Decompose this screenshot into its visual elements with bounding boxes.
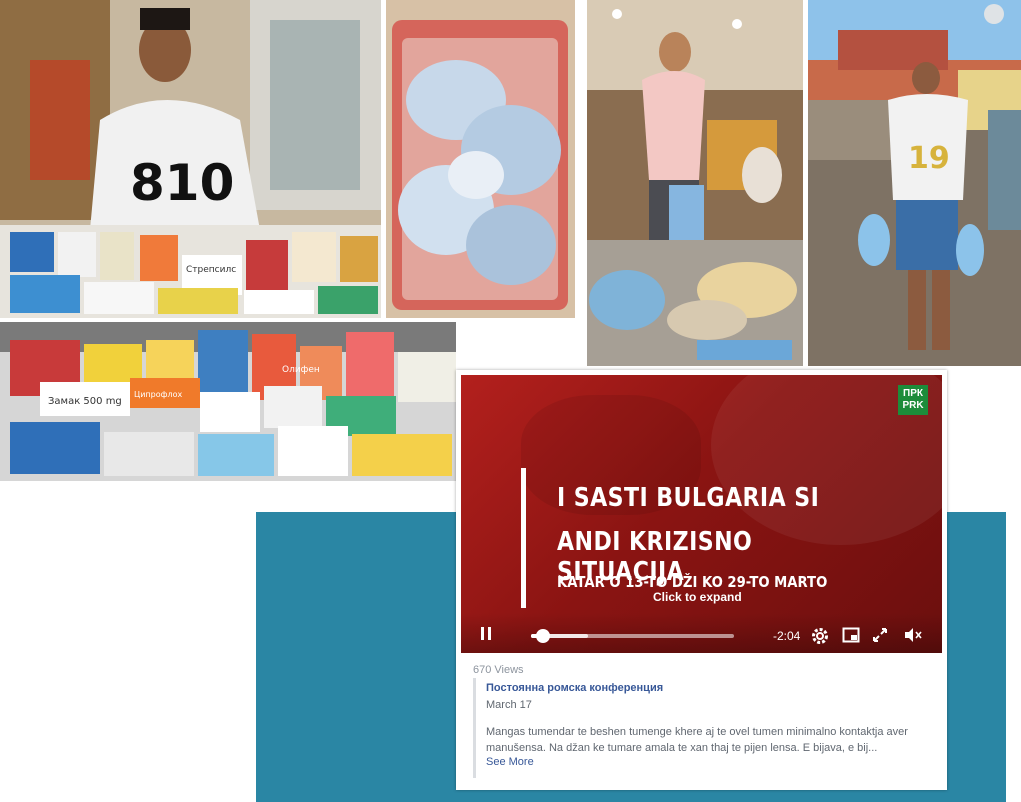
- page-name-link[interactable]: Постоянна ромска конференция: [486, 682, 663, 694]
- progress-bar[interactable]: [531, 629, 734, 643]
- video-title-line1: I SASTI BULGARIA SI: [557, 483, 820, 513]
- settings-button[interactable]: [810, 626, 830, 646]
- box-label-strepsils: Стрепсилс: [186, 265, 236, 275]
- shirt-text-810: 810: [130, 154, 234, 212]
- logo-cyrillic: ПРК: [903, 388, 923, 399]
- muted-speaker-icon: [905, 628, 922, 642]
- miniplayer-icon: [842, 627, 860, 643]
- time-remaining: -2:04: [773, 629, 801, 643]
- photo-man-walking-street: 19: [808, 0, 1021, 366]
- expand-arrows-icon: [873, 628, 887, 642]
- photo-man-indoors-with-bags: [587, 0, 803, 366]
- box-label-zamak: Замак 500 mg: [48, 396, 122, 407]
- gear-icon: [812, 628, 828, 644]
- pause-button[interactable]: [481, 627, 493, 641]
- pause-icon: [488, 627, 491, 640]
- photo-medicine-boxes: Замак 500 mg Ципрофлох Олифен: [0, 322, 456, 481]
- shirt-number-19: 19: [908, 141, 950, 176]
- prk-logo: ПРК PRK: [898, 385, 928, 415]
- post-date[interactable]: March 17: [486, 699, 532, 711]
- post-text: Mangas tumendar te beshen tumenge khere …: [486, 726, 908, 754]
- mute-button[interactable]: [903, 626, 923, 646]
- click-to-expand-label[interactable]: Click to expand: [653, 590, 742, 604]
- photo-man-with-medicines: 810 Стрепсилс: [0, 0, 381, 318]
- title-accent-bar: [521, 468, 526, 608]
- photo-bags-in-tray: [386, 0, 575, 318]
- miniplayer-button[interactable]: [842, 626, 862, 646]
- progress-knob[interactable]: [536, 629, 551, 643]
- video-player[interactable]: ПРК PRK I SASTI BULGARIA SI ANDI KRIZISN…: [461, 375, 942, 653]
- video-controls: -2:04: [461, 613, 942, 653]
- post-description: Постоянна ромска конференция March 17 Ma…: [473, 678, 934, 778]
- video-subtitle: KATAR O 13-TO DŽI KO 29-TO MARTO: [557, 573, 828, 591]
- view-count: 670 Views: [473, 664, 524, 676]
- logo-latin: PRK: [902, 400, 924, 411]
- fullscreen-button[interactable]: [871, 626, 891, 646]
- box-label-cipro: Ципрофлох: [134, 390, 182, 399]
- pause-icon: [481, 627, 484, 640]
- video-post-card: ПРК PRK I SASTI BULGARIA SI ANDI KRIZISN…: [456, 370, 947, 790]
- box-label-olifen: Олифен: [282, 365, 320, 375]
- see-more-link[interactable]: See More: [486, 756, 534, 768]
